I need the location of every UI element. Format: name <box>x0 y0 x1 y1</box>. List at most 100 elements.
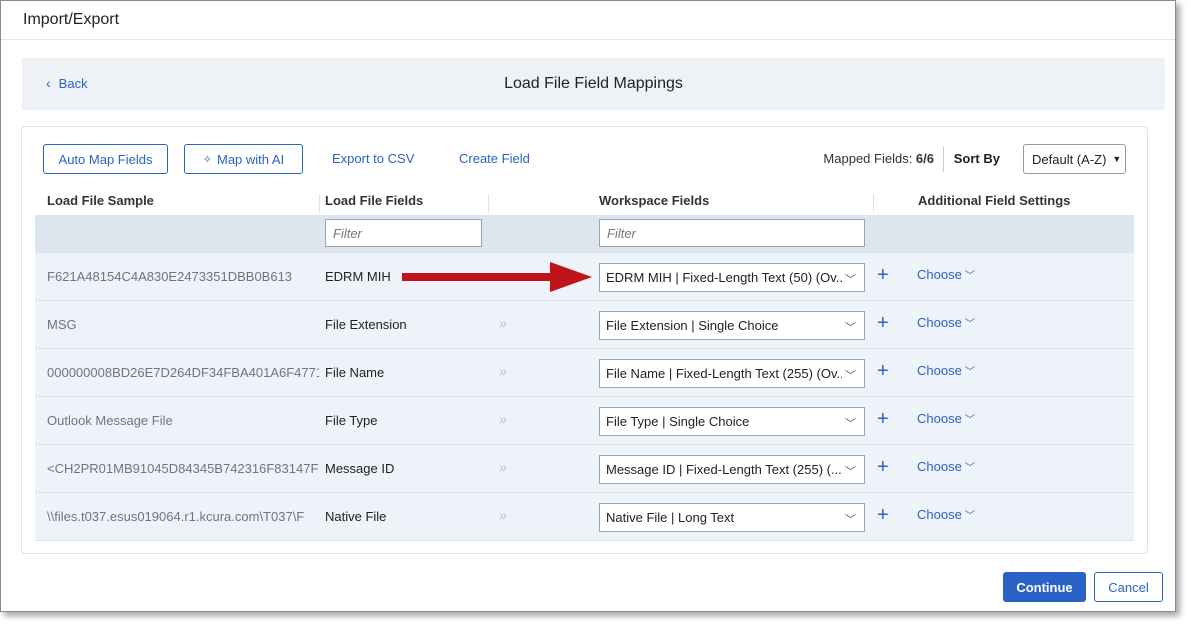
table-row: <CH2PR01MB91045D84345B742316F83147F Mess… <box>35 445 1134 493</box>
page-header: ‹ Back Load File Field Mappings <box>22 58 1165 110</box>
choose-label: Choose <box>917 267 962 282</box>
double-chevron-right-icon: » <box>499 315 507 331</box>
workspace-field-select[interactable]: EDRM MIH | Fixed-Length Text (50) (Ov...… <box>599 263 865 292</box>
red-arrow-annotation <box>402 262 592 292</box>
choose-settings-button[interactable]: Choose ﹀ <box>917 363 975 378</box>
map-with-ai-label: Map with AI <box>217 151 285 167</box>
mapped-fields-value: 6/6 <box>915 151 934 166</box>
plus-icon[interactable]: + <box>877 360 889 383</box>
load-file-sample: \\files.t037.esus019064.r1.kcura.com\T03… <box>47 509 305 524</box>
load-file-sample: <CH2PR01MB91045D84345B742316F83147F <box>47 461 319 476</box>
mapping-rows: F621A48154C4A830E2473351DBB0B613 EDRM MI… <box>35 253 1134 541</box>
table-row: \\files.t037.esus019064.r1.kcura.com\T03… <box>35 493 1134 541</box>
chevron-down-icon: ﹀ <box>964 271 975 282</box>
workspace-field-select[interactable]: Message ID | Fixed-Length Text (255) (..… <box>599 455 865 484</box>
load-file-field: File Type <box>325 413 378 428</box>
choose-label: Choose <box>917 459 962 474</box>
create-field-link[interactable]: Create Field <box>459 151 530 166</box>
column-divider <box>319 194 320 212</box>
load-file-sample: 000000008BD26E7D264DF34FBA401A6F4771 <box>47 365 319 380</box>
table-row: 000000008BD26E7D264DF34FBA401A6F4771 Fil… <box>35 349 1134 397</box>
chevron-down-icon: ﹀ <box>845 514 856 526</box>
table-row: Outlook Message File File Type » File Ty… <box>35 397 1134 445</box>
mapped-fields-label: Mapped Fields: <box>823 151 916 166</box>
page-title: Load File Field Mappings <box>504 75 683 92</box>
divider <box>943 146 944 172</box>
workspace-field-value: Native File | Long Text <box>606 510 735 525</box>
back-label: Back <box>58 75 88 91</box>
choose-label: Choose <box>917 315 962 330</box>
choose-label: Choose <box>917 411 962 426</box>
chevron-down-icon: ﹀ <box>964 415 975 426</box>
filter-row: Filter Filter <box>35 215 1134 253</box>
map-with-ai-button[interactable]: ✧ Map with AI <box>184 144 303 174</box>
window-title: Import/Export <box>1 1 1175 40</box>
col-additional-settings: Additional Field Settings <box>918 193 1071 208</box>
workspace-field-value: Message ID | Fixed-Length Text (255) (..… <box>606 462 842 477</box>
load-file-field: File Extension <box>325 317 407 332</box>
toolbar: Auto Map Fields ✧ Map with AI Export to … <box>43 144 1126 174</box>
continue-button[interactable]: Continue <box>1003 572 1086 602</box>
workspace-field-value: File Name | Fixed-Length Text (255) (Ov.… <box>606 366 842 381</box>
chevron-down-icon: ﹀ <box>845 274 856 286</box>
load-file-sample: MSG <box>47 317 77 332</box>
workspace-field-select[interactable]: Native File | Long Text ﹀ <box>599 503 865 532</box>
load-file-field: Native File <box>325 509 387 524</box>
back-button[interactable]: ‹ Back <box>46 75 88 91</box>
load-file-field: EDRM MIH <box>325 269 391 284</box>
chevron-down-icon: ﹀ <box>845 322 856 334</box>
mapped-fields-count: Mapped Fields: 6/6 <box>823 151 934 166</box>
column-divider <box>488 194 489 212</box>
choose-settings-button[interactable]: Choose ﹀ <box>917 459 975 474</box>
load-file-field: Message ID <box>325 461 395 476</box>
table-row: MSG File Extension » File Extension | Si… <box>35 301 1134 349</box>
load-file-sample: Outlook Message File <box>47 413 173 428</box>
sparkle-icon: ✧ <box>202 153 212 166</box>
chevron-down-icon: ﹀ <box>964 463 975 474</box>
choose-settings-button[interactable]: Choose ﹀ <box>917 507 975 522</box>
workspace-field-value: EDRM MIH | Fixed-Length Text (50) (Ov... <box>606 270 842 285</box>
sort-by-label: Sort By <box>953 151 1000 166</box>
chevron-down-icon: ﹀ <box>964 511 975 522</box>
plus-icon[interactable]: + <box>877 504 889 527</box>
workspace-field-value: File Extension | Single Choice <box>606 318 779 333</box>
choose-label: Choose <box>917 507 962 522</box>
mapping-panel: Auto Map Fields ✧ Map with AI Export to … <box>21 126 1148 554</box>
col-load-file-sample: Load File Sample <box>47 193 154 208</box>
choose-settings-button[interactable]: Choose ﹀ <box>917 267 975 282</box>
workspace-field-select[interactable]: File Extension | Single Choice ﹀ <box>599 311 865 340</box>
double-chevron-right-icon: » <box>499 459 507 475</box>
export-to-csv-link[interactable]: Export to CSV <box>332 151 414 166</box>
plus-icon[interactable]: + <box>877 408 889 431</box>
double-chevron-right-icon: » <box>499 363 507 379</box>
caret-down-icon: ▼ <box>1112 154 1122 164</box>
workspace-field-select[interactable]: File Type | Single Choice ﹀ <box>599 407 865 436</box>
auto-map-fields-button[interactable]: Auto Map Fields <box>43 144 168 174</box>
col-workspace-fields: Workspace Fields <box>599 193 710 208</box>
table-header: Load File Sample Load File Fields Worksp… <box>35 193 1134 215</box>
plus-icon[interactable]: + <box>877 456 889 479</box>
double-chevron-right-icon: » <box>499 507 507 523</box>
load-file-sample: F621A48154C4A830E2473351DBB0B613 <box>47 269 293 284</box>
double-chevron-right-icon: » <box>499 411 507 427</box>
col-load-file-fields: Load File Fields <box>325 193 424 208</box>
chevron-down-icon: ﹀ <box>964 319 975 330</box>
cancel-button[interactable]: Cancel <box>1094 572 1163 602</box>
workspace-field-select[interactable]: File Name | Fixed-Length Text (255) (Ov.… <box>599 359 865 388</box>
chevron-down-icon: ﹀ <box>845 466 856 478</box>
sort-value: Default (A-Z) <box>1032 151 1107 167</box>
load-fields-filter-input[interactable]: Filter <box>325 219 482 247</box>
choose-label: Choose <box>917 363 962 378</box>
column-divider <box>873 194 874 212</box>
chevron-down-icon: ﹀ <box>845 418 856 430</box>
sort-select[interactable]: Default (A-Z) ▼ <box>1023 144 1126 174</box>
chevron-down-icon: ﹀ <box>964 367 975 378</box>
choose-settings-button[interactable]: Choose ﹀ <box>917 315 975 330</box>
plus-icon[interactable]: + <box>877 264 889 287</box>
choose-settings-button[interactable]: Choose ﹀ <box>917 411 975 426</box>
workspace-fields-filter-input[interactable]: Filter <box>599 219 865 247</box>
chevron-down-icon: ﹀ <box>845 370 856 382</box>
chevron-left-icon: ‹ <box>46 75 51 91</box>
workspace-field-value: File Type | Single Choice <box>606 414 750 429</box>
plus-icon[interactable]: + <box>877 312 889 335</box>
